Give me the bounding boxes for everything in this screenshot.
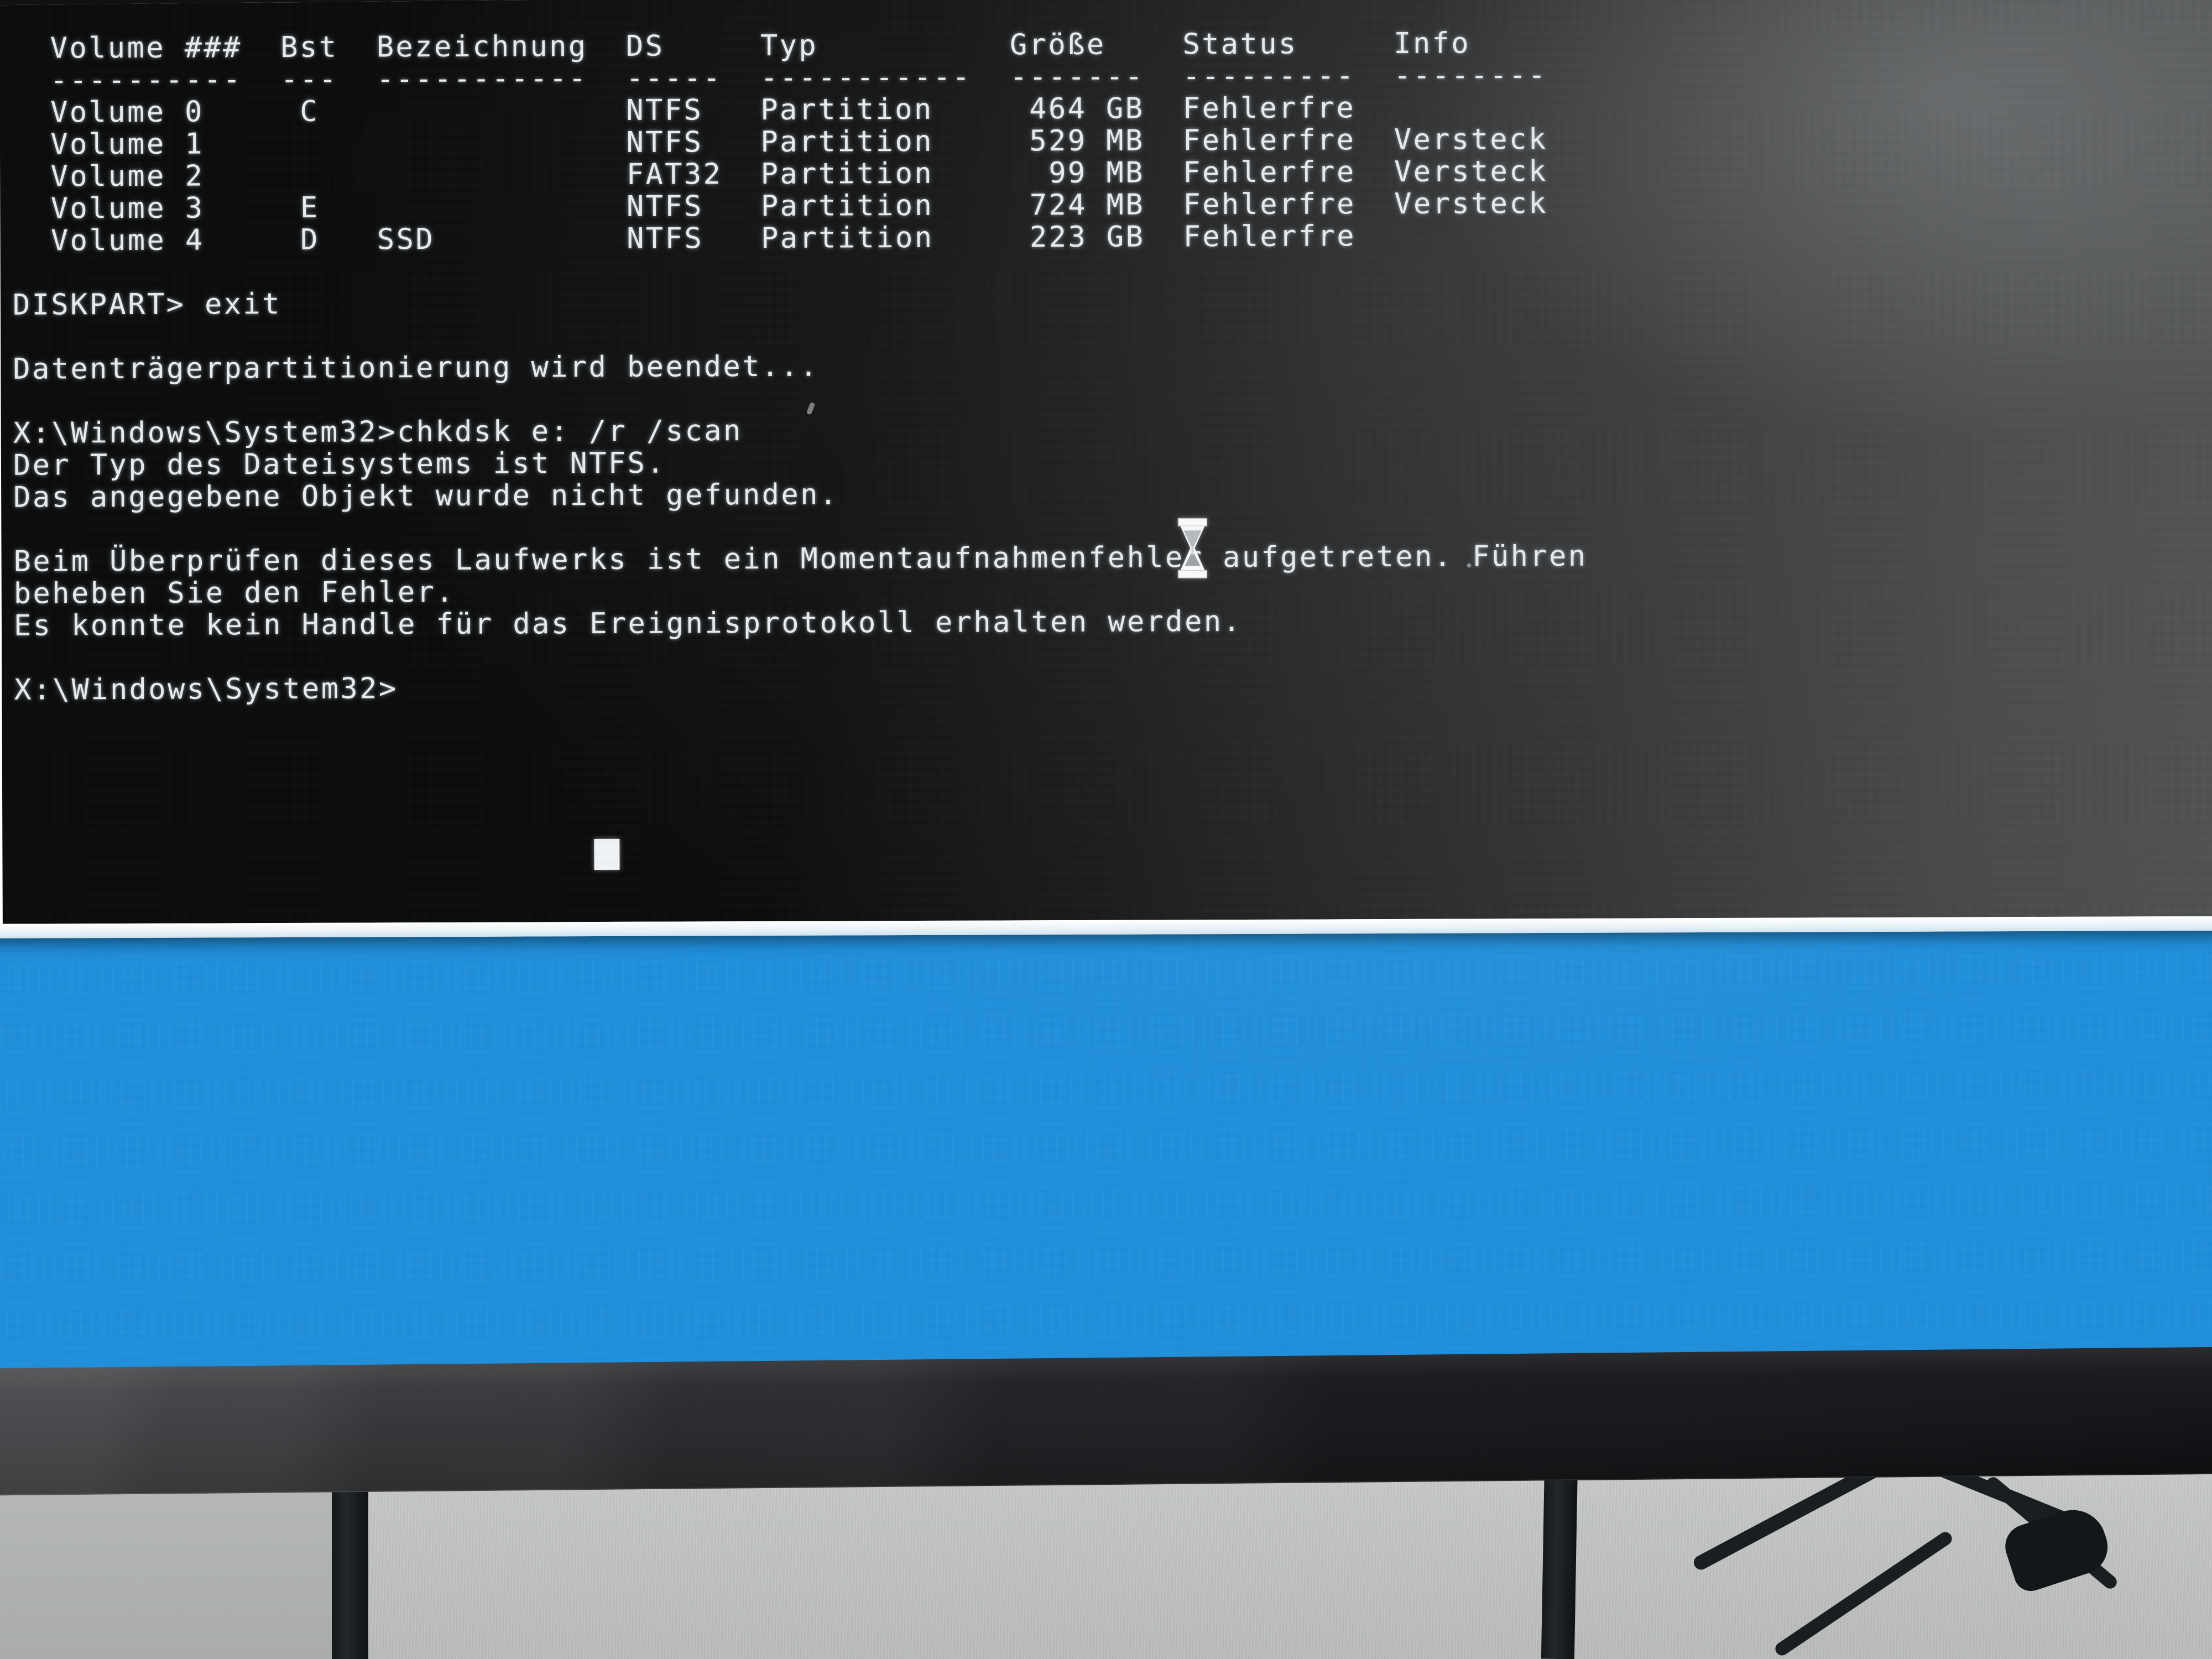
monitor-screen: DISKPART> list vol Volume ### Bst Bezeic…	[0, 0, 2212, 1388]
monitor-stand-leg-right	[1541, 1459, 1578, 1659]
command-prompt-window[interactable]: DISKPART> list vol Volume ### Bst Bezeic…	[0, 0, 2212, 938]
photo-scene: DISKPART> list vol Volume ### Bst Bezeic…	[0, 0, 2212, 1659]
bezel-gloss	[0, 1347, 2212, 1496]
text-cursor	[594, 838, 620, 870]
monitor-bezel: AOC ARTURIA	[0, 1347, 2212, 1496]
console-line-final-prompt: X:\Windows\System32>	[14, 672, 398, 707]
dust-speck	[1467, 563, 1472, 568]
hourglass-icon	[1177, 518, 1208, 578]
console-output: DISKPART> list vol Volume ### Bst Bezeic…	[0, 0, 2212, 924]
command-prompt-viewport[interactable]: DISKPART> list vol Volume ### Bst Bezeic…	[0, 0, 2212, 924]
